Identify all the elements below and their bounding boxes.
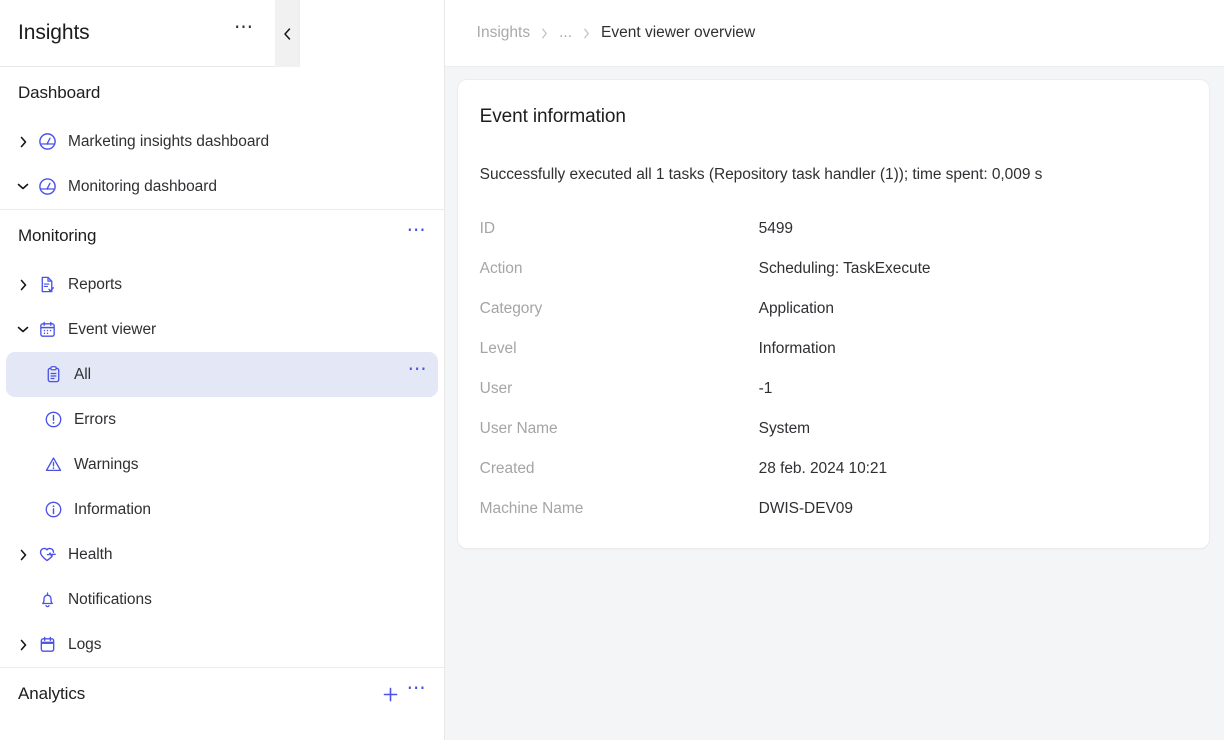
sidebar-header: Insights ⋯ <box>0 0 275 67</box>
sidebar-item-notifications[interactable]: Notifications ⋯ <box>6 577 438 622</box>
sidebar-item-label: Warnings <box>74 455 139 473</box>
breadcrumb: Insights ... Event viewer overview <box>477 24 756 42</box>
chevron-right-icon[interactable] <box>12 279 34 291</box>
detail-label: ID <box>479 220 496 237</box>
sidebar-item-warnings[interactable]: Warnings ⋯ <box>6 442 438 487</box>
section-header-analytics: Analytics ⋯ <box>0 668 444 720</box>
detail-row: User Name System <box>480 420 1187 438</box>
sidebar-item-marketing-insights-dashboard[interactable]: Marketing insights dashboard ⋯ <box>6 119 438 164</box>
detail-label: User Name <box>479 420 558 437</box>
detail-label: Machine Name <box>479 500 584 517</box>
sidebar-item-label: Errors <box>74 410 116 428</box>
sidebar-item-label: Monitoring dashboard <box>68 177 217 195</box>
breadcrumb-item-current: Event viewer overview <box>601 24 756 41</box>
bell-icon <box>34 590 60 609</box>
detail-label: Created <box>479 460 535 477</box>
plus-icon[interactable] <box>378 681 404 707</box>
sidebar-section-dashboard: Dashboard Marketing insights dashboard ⋯ <box>0 67 444 210</box>
event-information-card: Event information Successfully executed … <box>456 79 1211 549</box>
sidebar-item-label: Marketing insights dashboard <box>68 132 270 150</box>
sidebar-section-analytics: Analytics ⋯ <box>0 668 444 720</box>
chevron-left-icon <box>282 27 293 41</box>
section-header-dashboard: Dashboard <box>0 67 444 119</box>
detail-row: Machine Name DWIS-DEV09 <box>480 500 1187 518</box>
sidebar-title: Insights <box>18 21 90 44</box>
detail-value: DWIS-DEV09 <box>758 500 853 517</box>
chevron-right-icon[interactable] <box>12 136 34 148</box>
chevron-right-icon[interactable] <box>12 639 34 651</box>
sidebar-item-monitoring-dashboard[interactable]: Monitoring dashboard ⋯ <box>6 164 438 209</box>
detail-row: User -1 <box>480 380 1187 398</box>
gauge-icon <box>34 177 60 196</box>
page-title: Event information <box>479 106 626 127</box>
sidebar-item-label: Reports <box>68 275 122 293</box>
sidebar-item-logs[interactable]: Logs ⋯ <box>6 622 438 667</box>
warning-triangle-icon <box>40 455 66 474</box>
main-area: Insights ... Event viewer overview Event… <box>444 0 1224 740</box>
breadcrumb-item-ellipsis[interactable]: ... <box>559 24 572 42</box>
sidebar-item-label: Health <box>68 545 113 563</box>
section-title-dashboard: Dashboard <box>18 83 101 102</box>
detail-row: Created 28 feb. 2024 10:21 <box>480 460 1187 478</box>
section-ellipsis-icon[interactable]: ⋯ <box>404 679 430 707</box>
section-header-monitoring: Monitoring ⋯ <box>0 210 444 262</box>
ellipsis-icon[interactable]: ⋯ <box>231 18 257 46</box>
detail-row: Category Application <box>480 300 1187 318</box>
chevron-right-icon <box>583 28 590 39</box>
app-root: Insights ⋯ Dashboard Marketing insights … <box>0 0 1224 740</box>
detail-label: User <box>479 380 513 397</box>
sidebar: Insights ⋯ Dashboard Marketing insights … <box>0 0 445 740</box>
sidebar-item-label: Information <box>74 500 151 518</box>
sidebar-item-label: Logs <box>68 635 102 653</box>
info-circle-icon <box>40 500 66 519</box>
section-ellipsis-icon[interactable]: ⋯ <box>404 221 430 249</box>
detail-label: Category <box>479 300 543 317</box>
sidebar-item-health[interactable]: Health ⋯ <box>6 532 438 577</box>
sidebar-section-monitoring: Monitoring ⋯ Reports ⋯ <box>0 210 444 668</box>
detail-value: -1 <box>758 380 773 397</box>
detail-value: 5499 <box>758 220 793 237</box>
sidebar-item-reports[interactable]: Reports ⋯ <box>6 262 438 307</box>
detail-row: Action Scheduling: TaskExecute <box>480 260 1187 278</box>
document-check-icon <box>34 275 60 294</box>
detail-row: ID 5499 <box>480 220 1187 238</box>
sidebar-collapse-button[interactable] <box>275 0 300 67</box>
row-ellipsis-icon[interactable]: ⋯ <box>406 360 430 387</box>
error-circle-icon <box>40 410 66 429</box>
gauge-icon <box>34 132 60 151</box>
sidebar-item-label: All <box>74 365 92 383</box>
sidebar-item-label: Notifications <box>68 590 152 608</box>
chevron-down-icon[interactable] <box>12 182 34 191</box>
sidebar-item-event-viewer[interactable]: Event viewer ⋯ <box>6 307 438 352</box>
chevron-right-icon[interactable] <box>12 549 34 561</box>
section-title-monitoring: Monitoring <box>18 226 97 245</box>
sidebar-item-all[interactable]: All ⋯ <box>6 352 438 397</box>
detail-value: Information <box>758 340 836 357</box>
detail-value: System <box>758 420 811 437</box>
section-title-analytics: Analytics <box>18 684 86 703</box>
breadcrumb-item-insights[interactable]: Insights <box>477 24 530 42</box>
clipboard-icon <box>40 365 66 384</box>
chevron-down-icon[interactable] <box>12 325 34 334</box>
detail-label: Level <box>479 340 517 357</box>
calendar-icon <box>34 320 60 339</box>
sidebar-header-row: Insights ⋯ <box>0 0 300 67</box>
sidebar-item-errors[interactable]: Errors ⋯ <box>6 397 438 442</box>
detail-value: 28 feb. 2024 10:21 <box>758 460 888 477</box>
detail-label: Action <box>479 260 523 277</box>
sidebar-item-label: Event viewer <box>68 320 157 338</box>
topbar: Insights ... Event viewer overview <box>444 0 1224 67</box>
sidebar-item-information[interactable]: Information ⋯ <box>6 487 438 532</box>
chevron-right-icon <box>541 28 548 39</box>
detail-value: Scheduling: TaskExecute <box>758 260 931 277</box>
event-details-list: ID 5499 Action Scheduling: TaskExecute C… <box>480 220 1187 518</box>
detail-value: Application <box>758 300 834 317</box>
calendar-icon <box>34 635 60 654</box>
detail-row: Level Information <box>480 340 1187 358</box>
event-description: Successfully executed all 1 tasks (Repos… <box>479 166 1043 183</box>
content-area: Event information Successfully executed … <box>445 67 1224 740</box>
heart-pulse-icon <box>34 545 60 565</box>
